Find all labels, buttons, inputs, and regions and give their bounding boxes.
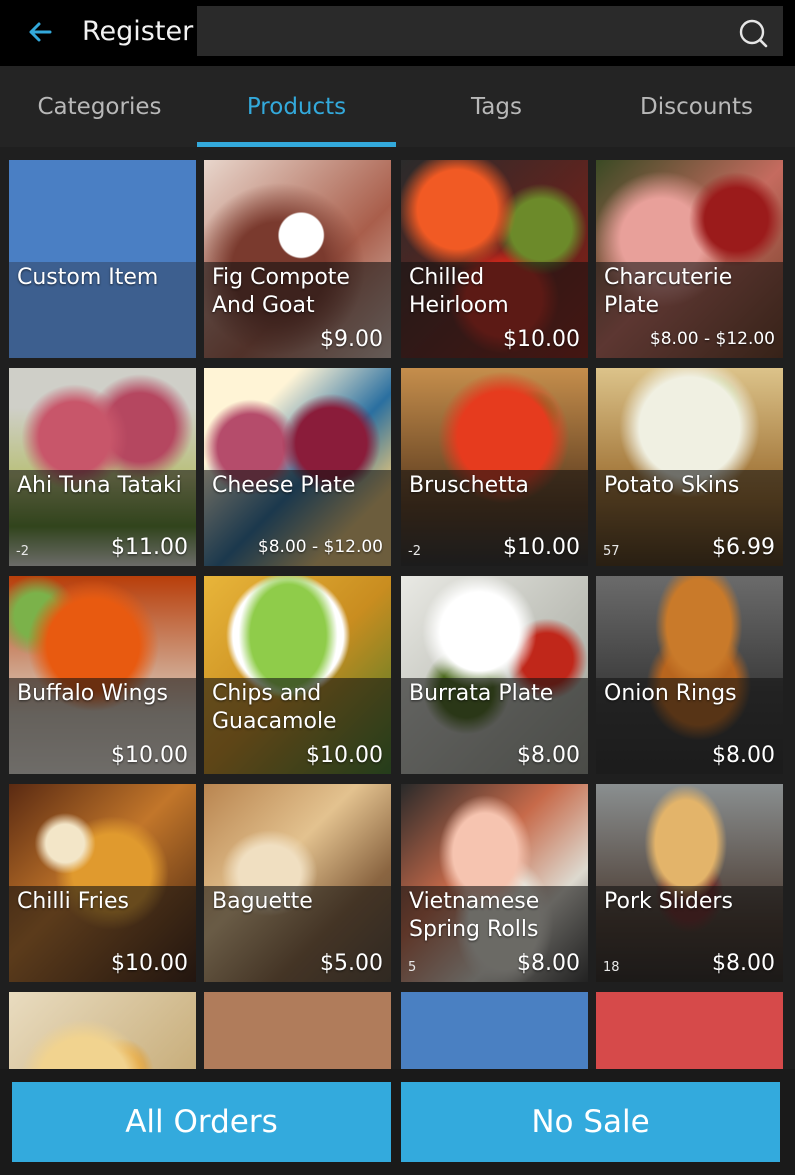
tile-color	[596, 992, 783, 1069]
product-name: Burrata Plate	[409, 681, 554, 706]
product-name: Chilli Fries	[17, 889, 129, 914]
product-tile[interactable]: Pork Sliders 18 $8.00	[596, 784, 783, 982]
product-tile[interactable]: Cheese Plate $8.00 - $12.00	[204, 368, 391, 566]
product-tile[interactable]: Potato Skins 57 $6.99	[596, 368, 783, 566]
product-name: Potato Skins	[604, 473, 740, 498]
product-name: Chilled Heirloom	[409, 265, 509, 318]
tab-products[interactable]: Products	[197, 66, 396, 147]
no-sale-button[interactable]: No Sale	[401, 1082, 780, 1162]
stock-count: -2	[16, 544, 29, 559]
product-tile[interactable]: Charcuterie Plate $8.00 - $12.00	[596, 160, 783, 358]
product-image	[9, 992, 196, 1069]
product-tile[interactable]: Vietnamese Spring Rolls 5 $8.00	[401, 784, 588, 982]
product-name: Charcuterie Plate	[604, 265, 733, 318]
product-tile[interactable]	[204, 992, 391, 1069]
product-tile[interactable]	[596, 992, 783, 1069]
product-price: $8.00 - $12.00	[257, 537, 383, 557]
product-price: $10.00	[111, 743, 188, 768]
product-tile[interactable]	[9, 992, 196, 1069]
product-grid: Custom Item Fig Compote And Goat $9.00 C…	[0, 147, 795, 1069]
product-name: Custom Item	[17, 265, 159, 290]
product-tile-custom-item[interactable]: Custom Item	[9, 160, 196, 358]
search-icon[interactable]	[737, 17, 769, 49]
tile-color	[204, 992, 391, 1069]
product-price: $8.00	[712, 743, 775, 768]
product-name: Baguette	[212, 889, 313, 914]
product-name: Onion Rings	[604, 681, 737, 706]
stock-count: 18	[603, 960, 620, 975]
product-tile[interactable]: Buffalo Wings $10.00	[9, 576, 196, 774]
product-price: $10.00	[306, 743, 383, 768]
page-title: Register	[82, 16, 194, 47]
search-input[interactable]	[197, 6, 783, 56]
tab-tags[interactable]: Tags	[397, 66, 596, 147]
product-tile[interactable]: Ahi Tuna Tataki -2 $11.00	[9, 368, 196, 566]
top-bar: Register	[0, 0, 795, 66]
bottom-action-bar: All Orders No Sale	[0, 1069, 795, 1175]
product-price: $10.00	[503, 327, 580, 352]
tile-color	[401, 992, 588, 1069]
product-tile[interactable]: Chilled Heirloom $10.00	[401, 160, 588, 358]
product-name: Cheese Plate	[212, 473, 356, 498]
product-price: $8.00	[517, 951, 580, 976]
stock-count: 57	[603, 544, 620, 559]
product-name: Bruschetta	[409, 473, 529, 498]
product-name: Pork Sliders	[604, 889, 733, 914]
product-price: $8.00	[712, 951, 775, 976]
product-tile[interactable]	[401, 992, 588, 1069]
tab-categories[interactable]: Categories	[0, 66, 199, 147]
stock-count: 5	[408, 960, 417, 975]
product-name: Chips and Guacamole	[212, 681, 337, 734]
product-price: $10.00	[111, 951, 188, 976]
product-tile[interactable]: Onion Rings $8.00	[596, 576, 783, 774]
arrow-left-icon[interactable]	[22, 14, 58, 50]
all-orders-button[interactable]: All Orders	[12, 1082, 391, 1162]
product-tile[interactable]: Chips and Guacamole $10.00	[204, 576, 391, 774]
product-price: $9.00	[320, 327, 383, 352]
product-name: Buffalo Wings	[17, 681, 168, 706]
product-tile[interactable]: Bruschetta -2 $10.00	[401, 368, 588, 566]
product-price: $6.99	[712, 535, 775, 560]
product-tile[interactable]: Baguette $5.00	[204, 784, 391, 982]
product-price: $8.00 - $12.00	[649, 329, 775, 349]
product-tile[interactable]: Fig Compote And Goat $9.00	[204, 160, 391, 358]
product-price: $5.00	[320, 951, 383, 976]
product-name: Ahi Tuna Tataki	[17, 473, 182, 498]
product-tile[interactable]: Chilli Fries $10.00	[9, 784, 196, 982]
product-tile[interactable]: Burrata Plate $8.00	[401, 576, 588, 774]
stock-count: -2	[408, 544, 421, 559]
tab-bar: Categories Products Tags Discounts	[0, 66, 795, 147]
product-price: $8.00	[517, 743, 580, 768]
tab-discounts[interactable]: Discounts	[597, 66, 795, 147]
product-price: $11.00	[111, 535, 188, 560]
product-price: $10.00	[503, 535, 580, 560]
product-name: Vietnamese Spring Rolls	[409, 889, 540, 942]
product-name: Fig Compote And Goat	[212, 265, 350, 318]
